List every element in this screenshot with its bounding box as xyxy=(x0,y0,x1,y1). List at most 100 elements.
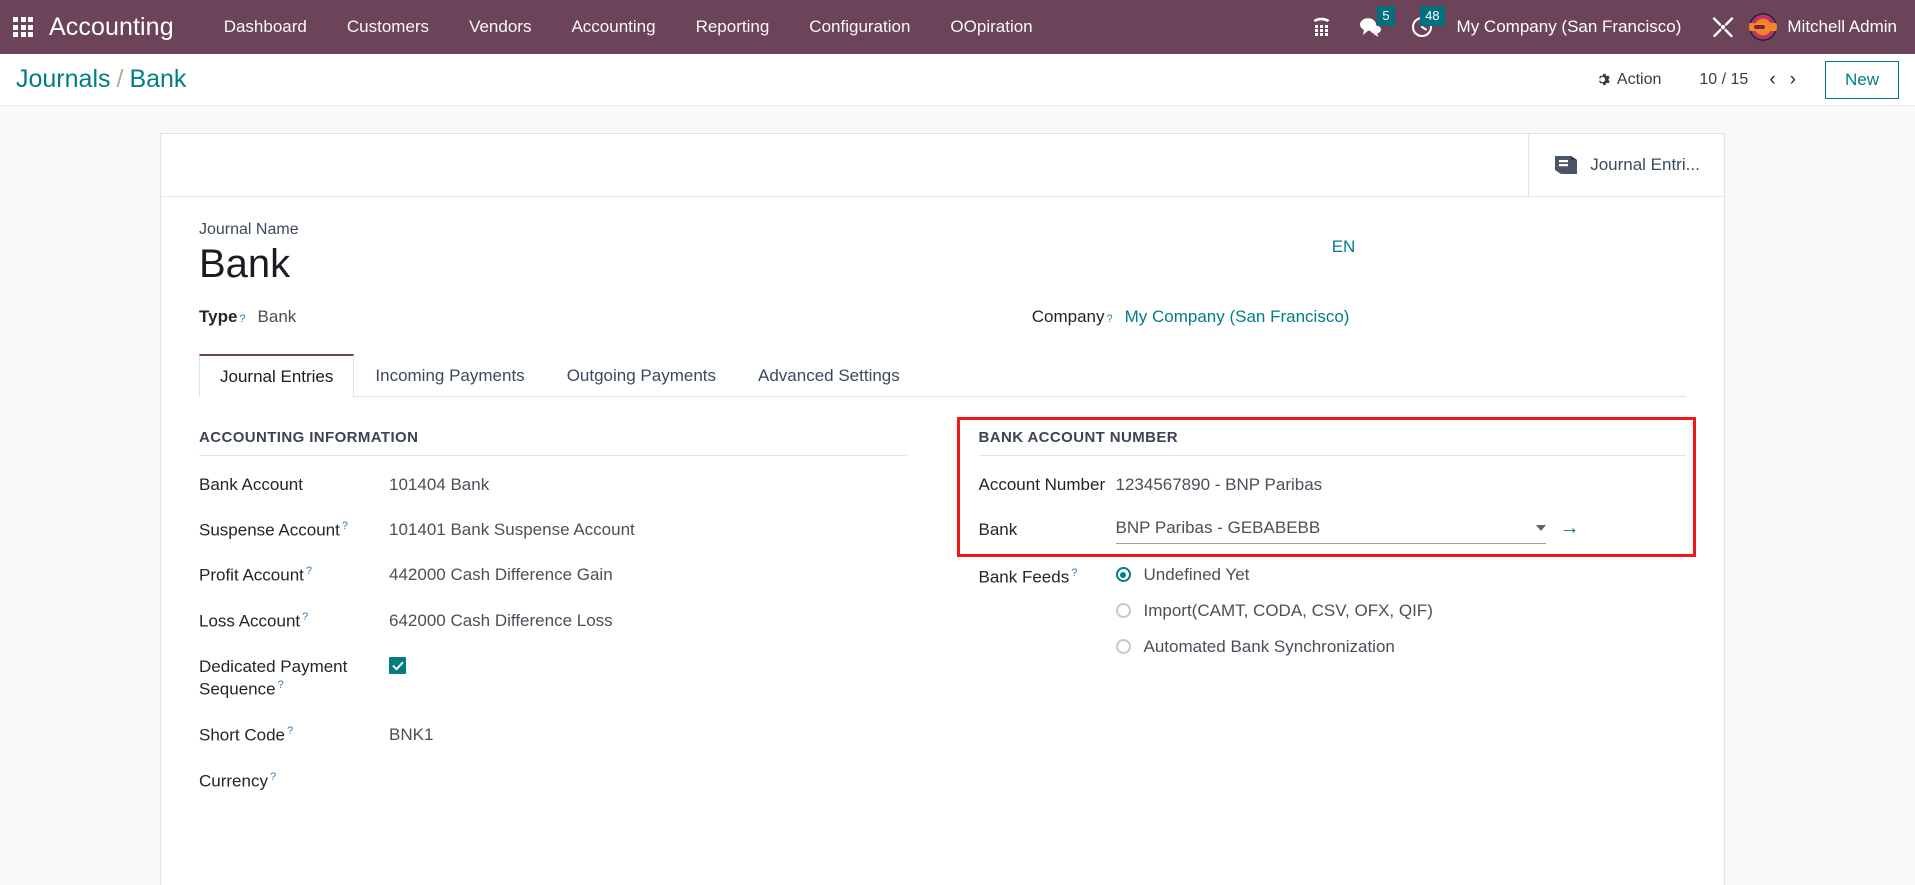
main-menu: Dashboard Customers Vendors Accounting R… xyxy=(204,11,1053,43)
navbar-right-tools: 5 48 My Company (San Francisco) Mitchell… xyxy=(1298,0,1901,54)
form-sheet: Journal Entri... Journal Name Bank EN Ty… xyxy=(160,133,1725,885)
breadcrumb: Journals / Bank xyxy=(16,65,186,94)
company-label: Company xyxy=(1031,306,1105,326)
profit-account-label-text: Profit Account xyxy=(199,565,304,585)
new-button[interactable]: New xyxy=(1824,60,1899,99)
suspense-account-help-icon[interactable]: ? xyxy=(342,520,348,532)
check-icon xyxy=(392,661,403,670)
loss-account-help-icon[interactable]: ? xyxy=(302,611,308,623)
suspense-account-label: Suspense Account? xyxy=(199,518,389,543)
menu-item-accounting[interactable]: Accounting xyxy=(551,11,675,43)
loss-account-value[interactable]: 642000 Cash Difference Loss xyxy=(389,609,907,633)
profit-account-help-icon[interactable]: ? xyxy=(306,565,312,577)
record-pager[interactable]: 10 / 15 xyxy=(1673,71,1762,89)
bank-feeds-label-text: Bank Feeds xyxy=(978,567,1070,587)
title-row: Journal Name Bank EN xyxy=(199,221,1686,287)
radio-option-automated-sync[interactable]: Automated Bank Synchronization xyxy=(1115,636,1687,657)
short-code-value[interactable]: BNK1 xyxy=(389,723,907,747)
company-value[interactable]: My Company (San Francisco) xyxy=(1125,307,1350,327)
stat-button-box: Journal Entri... xyxy=(161,134,1724,197)
type-label: Type xyxy=(199,306,238,326)
control-panel: Journals / Bank Action 10 / 15 ‹ › New xyxy=(0,54,1915,106)
currency-label: Currency? xyxy=(199,769,389,794)
radio-option-undefined-yet[interactable]: Undefined Yet xyxy=(1115,565,1687,585)
field-currency: Currency? xyxy=(199,769,907,794)
field-bank-feeds: Bank Feeds? Undefined Yet Import(CAMT, C… xyxy=(979,565,1687,657)
company-switcher[interactable]: My Company (San Francisco) xyxy=(1447,17,1698,37)
radio-import[interactable] xyxy=(1115,603,1131,619)
chevron-right-icon[interactable]: › xyxy=(1783,68,1803,91)
apps-grid-icon[interactable] xyxy=(10,14,36,40)
suspense-account-label-text: Suspense Account xyxy=(199,520,340,540)
gear-icon xyxy=(1598,73,1610,86)
short-code-help-icon[interactable]: ? xyxy=(287,725,293,737)
menu-item-oopiration[interactable]: OOpiration xyxy=(930,11,1052,43)
dedicated-payment-sequence-checkbox[interactable] xyxy=(389,657,406,675)
journal-book-icon xyxy=(1555,156,1578,174)
bank-feeds-radio-group: Undefined Yet Import(CAMT, CODA, CSV, OF… xyxy=(1115,565,1687,657)
account-number-value[interactable]: 1234567890 - BNP Paribas xyxy=(1116,473,1687,497)
form-view-container: Journal Entri... Journal Name Bank EN Ty… xyxy=(0,106,1915,885)
avatar xyxy=(1749,13,1778,41)
control-panel-right: Action 10 / 15 ‹ › New xyxy=(1583,60,1899,99)
journal-name-label: Journal Name xyxy=(199,221,299,238)
bank-account-label: Bank Account xyxy=(199,474,303,494)
bank-select[interactable]: BNP Paribas - GEBABEBB xyxy=(1115,518,1546,544)
language-badge[interactable]: EN xyxy=(1332,237,1356,257)
form-body: Journal Name Bank EN Type? Bank Company?… xyxy=(161,197,1724,814)
messages-menu[interactable]: 5 xyxy=(1345,0,1397,54)
tab-journal-entries[interactable]: Journal Entries xyxy=(199,353,355,397)
bank-account-value[interactable]: 101404 Bank xyxy=(389,473,907,497)
company-field: Company? My Company (San Francisco) xyxy=(1032,307,1686,327)
menu-item-reporting[interactable]: Reporting xyxy=(676,11,790,43)
radio-automated-sync[interactable] xyxy=(1115,639,1131,655)
bank-select-wrapper: BNP Paribas - GEBABEBB xyxy=(1115,518,1546,544)
top-navbar: Accounting Dashboard Customers Vendors A… xyxy=(0,0,1915,54)
phone-dialpad-icon[interactable] xyxy=(1298,0,1345,54)
menu-item-customers[interactable]: Customers xyxy=(327,11,449,43)
tab-incoming-payments[interactable]: Incoming Payments xyxy=(354,354,545,397)
tab-outgoing-payments[interactable]: Outgoing Payments xyxy=(546,354,737,397)
type-help-icon[interactable]: ? xyxy=(239,313,245,325)
currency-help-icon[interactable]: ? xyxy=(270,771,276,783)
breadcrumb-item-journals[interactable]: Journals xyxy=(16,65,111,93)
activities-menu[interactable]: 48 xyxy=(1397,0,1447,54)
type-field: Type? Bank xyxy=(199,307,1032,327)
stat-button-journal-entries[interactable]: Journal Entri... xyxy=(1528,134,1724,196)
dedicated-payment-sequence-label-text: Dedicated Payment Sequence xyxy=(199,656,348,700)
chevron-down-icon[interactable] xyxy=(1535,524,1546,531)
currency-label-text: Currency xyxy=(199,771,268,791)
menu-item-dashboard[interactable]: Dashboard xyxy=(204,11,327,43)
field-bank: Bank BNP Paribas - GEBABEBB → xyxy=(979,518,1687,544)
tab-advanced-settings[interactable]: Advanced Settings xyxy=(737,354,921,397)
profit-account-value[interactable]: 442000 Cash Difference Gain xyxy=(389,563,907,587)
journal-name-value[interactable]: Bank xyxy=(199,242,1032,287)
arrow-right-icon[interactable]: → xyxy=(1560,518,1580,538)
loss-account-label-text: Loss Account xyxy=(199,611,301,631)
bank-account-number-group: BANK ACCOUNT NUMBER Account Number 12345… xyxy=(947,416,1696,814)
radio-automated-sync-label: Automated Bank Synchronization xyxy=(1143,636,1395,656)
bank-feeds-label: Bank Feeds? xyxy=(979,565,1116,590)
action-menu-button[interactable]: Action xyxy=(1583,65,1673,95)
user-menu[interactable]: Mitchell Admin xyxy=(1749,13,1901,41)
suspense-account-value[interactable]: 101401 Bank Suspense Account xyxy=(389,518,907,542)
account-number-label: Account Number xyxy=(978,474,1106,494)
currency-value[interactable] xyxy=(389,769,907,770)
bank-account-number-title: BANK ACCOUNT NUMBER xyxy=(978,429,1686,456)
stat-button-label: Journal Entri... xyxy=(1590,155,1700,174)
menu-item-configuration[interactable]: Configuration xyxy=(789,11,930,43)
radio-undefined-yet[interactable] xyxy=(1115,567,1131,583)
chevron-left-icon[interactable]: ‹ xyxy=(1762,68,1782,91)
bank-feeds-help-icon[interactable]: ? xyxy=(1071,567,1077,579)
breadcrumb-separator: / xyxy=(116,65,124,93)
radio-option-import[interactable]: Import(CAMT, CODA, CSV, OFX, QIF) xyxy=(1115,601,1687,621)
activities-count-badge: 48 xyxy=(1420,6,1445,26)
menu-item-vendors[interactable]: Vendors xyxy=(449,11,551,43)
company-help-icon[interactable]: ? xyxy=(1106,313,1112,325)
profit-account-label: Profit Account? xyxy=(199,563,389,588)
dedicated-payment-sequence-help-icon[interactable]: ? xyxy=(278,679,284,691)
app-brand-title[interactable]: Accounting xyxy=(49,13,174,42)
notebook-tabs: Journal Entries Incoming Payments Outgoi… xyxy=(199,353,1686,397)
tools-icon[interactable] xyxy=(1697,0,1749,54)
type-value[interactable]: Bank xyxy=(258,307,297,327)
